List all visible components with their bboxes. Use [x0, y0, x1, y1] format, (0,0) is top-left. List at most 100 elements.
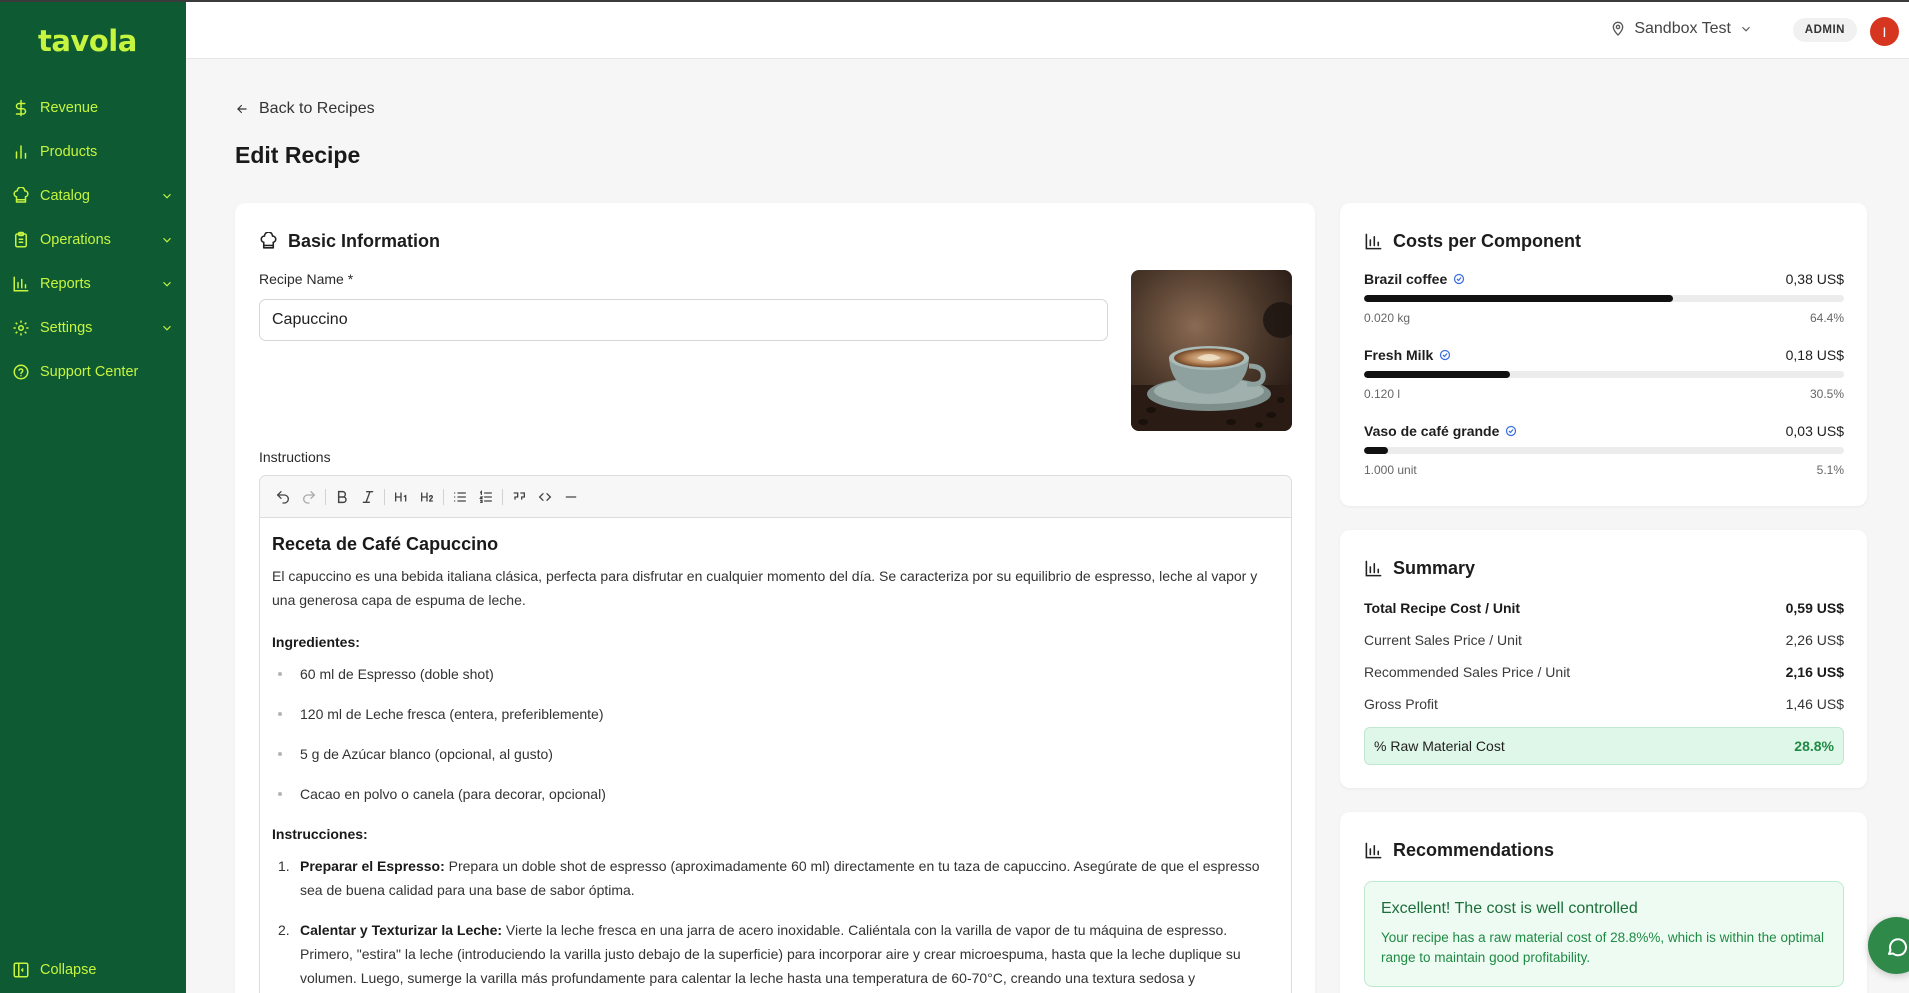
step-number: 2.	[278, 922, 290, 938]
undo-icon	[276, 490, 289, 504]
step-item: 2. Calentar y Texturizar la Leche: Viert…	[272, 918, 1279, 990]
sidebar-item-products[interactable]: Products	[0, 130, 186, 174]
sidebar-item-label: Settings	[40, 320, 93, 336]
sidebar-item-reports[interactable]: Reports	[0, 262, 186, 306]
location-name: Sandbox Test	[1634, 20, 1731, 37]
sidebar-item-label: Operations	[40, 232, 111, 248]
cost-share-bar	[1364, 295, 1844, 302]
dollar-icon	[12, 99, 30, 117]
summary-row: Current Sales Price / Unit 2,26 US$	[1364, 632, 1844, 648]
blockquote-button[interactable]	[506, 484, 532, 510]
steps-list: 1. Preparar el Espresso: Prepara un dobl…	[272, 854, 1279, 990]
rich-text-editor[interactable]: Receta de Café Capuccino El capuccino es…	[259, 475, 1292, 993]
summary-row: Gross Profit 1,46 US$	[1364, 696, 1844, 712]
cost-share-fill	[1364, 295, 1674, 302]
component-percent: 64.4%	[1809, 311, 1844, 325]
app-logo[interactable]: tavola	[38, 24, 137, 58]
summary-row: Total Recipe Cost / Unit 0,59 US$	[1364, 600, 1844, 616]
chef-hat-icon	[260, 232, 277, 249]
ingredient-item: Cacao en polvo o canela (para decorar, o…	[272, 782, 1279, 806]
clipboard-icon	[12, 231, 30, 249]
instructions-label: Instructions	[259, 449, 331, 465]
card-title: Summary	[1364, 558, 1475, 579]
avatar[interactable]: I	[1870, 17, 1899, 46]
component-cost: 0,18 US$	[1785, 347, 1844, 363]
summary-row: Recommended Sales Price / Unit 2,16 US$	[1364, 664, 1844, 680]
sidebar-item-label: Products	[40, 144, 98, 160]
bar-chart-icon	[1365, 233, 1382, 250]
page-title: Edit Recipe	[235, 142, 361, 168]
undo-button[interactable]	[270, 484, 296, 510]
cost-share-fill	[1364, 371, 1511, 378]
recommendation-text: Your recipe has a raw material cost of 2…	[1381, 930, 1824, 965]
toolbar-divider	[384, 488, 385, 505]
sidebar-item-revenue[interactable]: Revenue	[0, 86, 186, 130]
code-button[interactable]	[532, 484, 558, 510]
collapse-sidebar-button[interactable]: Collapse	[12, 961, 96, 979]
bullet-list-button[interactable]	[447, 484, 473, 510]
card-title: Recommendations	[1364, 840, 1554, 861]
component-name: Brazil coffee	[1364, 271, 1465, 287]
ingredients-list: 60 ml de Espresso (doble shot) 120 ml de…	[272, 662, 1279, 806]
editor-content[interactable]: Receta de Café Capuccino El capuccino es…	[260, 518, 1291, 993]
verified-icon	[1440, 349, 1451, 361]
recipe-intro: El capuccino es una bebida italiana clás…	[272, 568, 1258, 608]
horizontal-rule-button[interactable]	[558, 484, 584, 510]
card-title-text: Recommendations	[1393, 840, 1555, 860]
sidebar: tavola Revenue Products Catalog Operatio…	[0, 0, 186, 993]
recipe-photo[interactable]	[1131, 270, 1292, 431]
recipe-name-label: Recipe Name *	[259, 271, 354, 287]
cost-share-bar	[1364, 447, 1844, 454]
sidebar-item-label: Revenue	[40, 100, 99, 116]
recipe-name-input[interactable]	[259, 299, 1108, 341]
toolbar-divider	[325, 488, 326, 505]
editor-toolbar	[260, 476, 1291, 518]
component-cost: 0,38 US$	[1785, 271, 1844, 287]
ingredient-item: 60 ml de Espresso (doble shot)	[272, 662, 1279, 686]
back-label: Back to Recipes	[259, 100, 375, 117]
ingredient-item: 5 g de Azúcar blanco (opcional, al gusto…	[272, 742, 1279, 766]
summary-label: Recommended Sales Price / Unit	[1364, 664, 1571, 680]
summary-value: 2,26 US$	[1785, 632, 1844, 648]
sidebar-item-catalog[interactable]: Catalog	[0, 174, 186, 218]
bar-chart-icon	[1365, 842, 1382, 859]
chat-button[interactable]	[1868, 917, 1909, 974]
horizontal-rule-icon	[565, 495, 577, 498]
topbar: Sandbox Test ADMIN I	[186, 0, 1909, 59]
arrow-left-icon	[237, 104, 247, 114]
recipe-heading: Receta de Café Capuccino	[272, 534, 499, 554]
bar-chart-icon	[1365, 560, 1382, 577]
heading-2-icon	[421, 491, 434, 502]
sidebar-item-operations[interactable]: Operations	[0, 218, 186, 262]
italic-button[interactable]	[355, 484, 381, 510]
sidebar-item-label: Catalog	[40, 188, 90, 204]
heading-1-button[interactable]	[388, 484, 414, 510]
step-title: Calentar y Texturizar la Leche:	[300, 922, 503, 938]
bar-chart-icon	[12, 143, 30, 161]
ordered-list-button[interactable]	[473, 484, 499, 510]
heading-2-button[interactable]	[414, 484, 440, 510]
summary-value: 1,46 US$	[1785, 696, 1844, 712]
chef-hat-icon	[12, 187, 30, 205]
sidebar-item-support-center[interactable]: Support Center	[0, 350, 186, 394]
ordered-list-icon	[479, 489, 492, 503]
italic-icon	[362, 490, 374, 503]
component-quantity: 0.020 kg	[1364, 311, 1411, 325]
sidebar-item-settings[interactable]: Settings	[0, 306, 186, 350]
summary-label: Total Recipe Cost / Unit	[1364, 600, 1521, 616]
chart-icon	[12, 275, 30, 293]
cost-component: Brazil coffee 0,38 US$ 0.020 kg 64.4%	[1364, 269, 1844, 325]
heading-1-icon	[395, 491, 407, 502]
raw-material-cost-badge: % Raw Material Cost 28.8%	[1364, 727, 1844, 765]
component-quantity: 0.120 l	[1364, 387, 1401, 401]
redo-button[interactable]	[296, 484, 322, 510]
chevron-down-icon	[163, 325, 171, 331]
raw-material-label: % Raw Material Cost	[1374, 738, 1505, 754]
back-to-recipes-link[interactable]: Back to Recipes	[235, 100, 375, 118]
card-title-text: Summary	[1393, 558, 1476, 578]
location-selector[interactable]: Sandbox Test	[1610, 20, 1761, 38]
sidebar-collapse-icon	[13, 962, 29, 978]
ingredients-title: Ingredientes:	[272, 634, 360, 650]
bold-button[interactable]	[329, 484, 355, 510]
sidebar-nav: Revenue Products Catalog Operations Repo…	[0, 86, 186, 394]
